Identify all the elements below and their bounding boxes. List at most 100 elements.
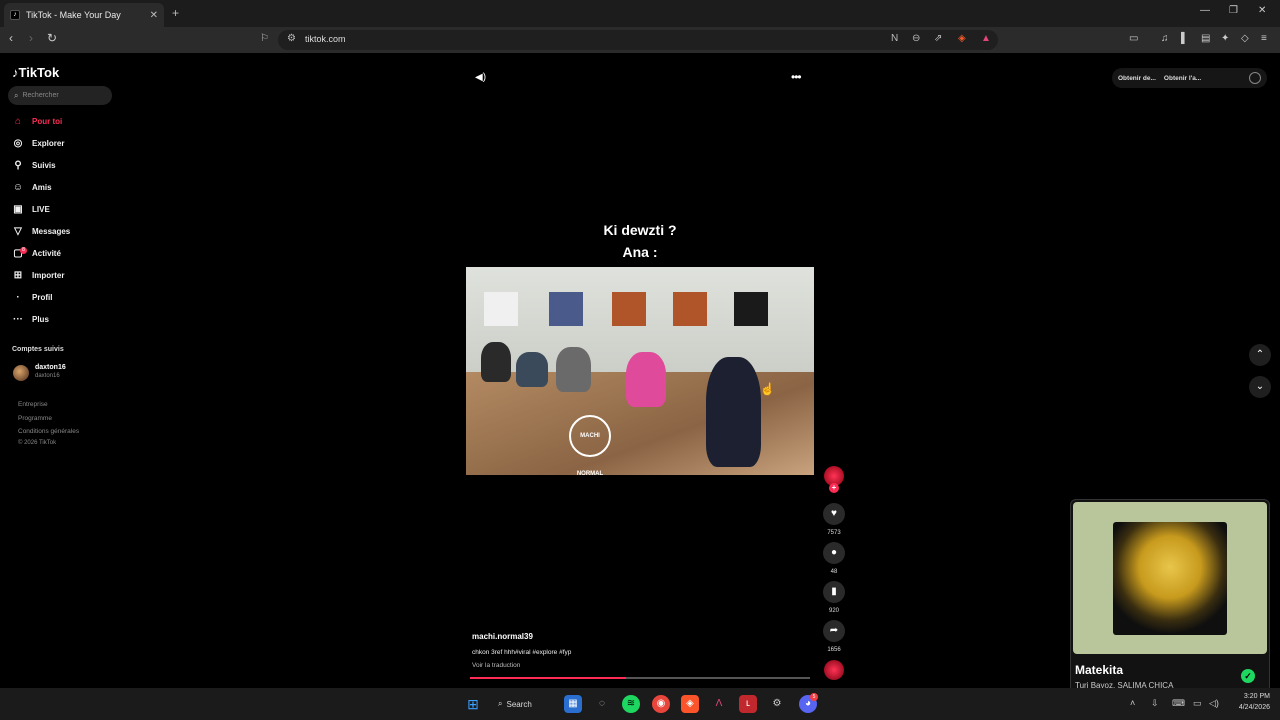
brave-shield-icon[interactable]: ◈ — [958, 33, 966, 44]
next-video-button[interactable]: ⌄ — [1249, 376, 1271, 398]
student-figure — [516, 352, 548, 387]
volume-icon[interactable]: ◀) — [475, 72, 486, 83]
tab-close-icon[interactable]: ✕ — [150, 10, 158, 21]
sidebar-item-live[interactable]: ▣ LIVE — [12, 201, 50, 217]
reader-icon[interactable]: Ν — [891, 33, 898, 44]
tray-app-icon[interactable]: ⇩ — [1151, 698, 1159, 709]
windows-start-icon[interactable]: ⊞ — [464, 695, 482, 713]
video-description: chkon 3ref hhh#viral #explore #fyp — [472, 649, 572, 656]
video-player[interactable]: MACHI NORMAL — [466, 267, 814, 475]
wallet-icon[interactable]: ▤ — [1201, 33, 1210, 44]
url-text[interactable]: tiktok.com — [305, 34, 346, 44]
footer-link-programme[interactable]: Programme — [18, 415, 52, 422]
followed-account-name[interactable]: daxton16 — [35, 364, 66, 371]
footer-link-entreprise[interactable]: Entreprise — [18, 401, 48, 408]
gallery-icon[interactable]: ▦ — [564, 695, 582, 713]
tab-title: TikTok - Make Your Day — [26, 10, 121, 20]
more-icon: ··· — [13, 313, 23, 325]
sidebar-item-label: Suivis — [32, 160, 56, 170]
forward-icon[interactable]: › — [29, 31, 33, 45]
share-icon[interactable]: ⇗ — [934, 33, 942, 44]
search-input[interactable]: ⌕ Rechercher — [8, 86, 112, 105]
clock-date[interactable]: 4/24/2026 — [1220, 704, 1270, 711]
sidebar-item-messages[interactable]: ▽ Messages — [12, 223, 70, 239]
translate-link[interactable]: Voir la traduction — [472, 662, 520, 669]
chrome-icon[interactable]: ◉ — [652, 695, 670, 713]
album-poster — [673, 292, 707, 326]
profile-menu-icon[interactable] — [1249, 72, 1261, 84]
student-figure — [556, 347, 591, 392]
previous-video-button[interactable]: ⌃ — [1249, 344, 1271, 366]
sidebar-item-importer[interactable]: ⊞ Importer — [12, 267, 65, 283]
taskbar — [0, 688, 1280, 720]
followed-account-handle[interactable]: daxton16 — [35, 373, 60, 379]
address-bar[interactable] — [278, 30, 998, 50]
follow-plus-icon[interactable]: + — [829, 483, 839, 493]
get-coins-button[interactable]: Obtenir de... — [1118, 75, 1156, 82]
taskbar-search-label: Search — [506, 699, 532, 709]
clock-time[interactable]: 3:20 PM — [1220, 693, 1270, 700]
home-icon: ⌂ — [14, 115, 22, 127]
minimize-button[interactable]: — — [1200, 5, 1210, 16]
new-tab-button[interactable]: + — [172, 6, 179, 20]
spotify-icon[interactable]: ≋ — [622, 695, 640, 713]
back-icon[interactable]: ‹ — [9, 31, 13, 45]
student-figure — [481, 342, 511, 382]
zoom-icon[interactable]: ⊖ — [912, 33, 920, 44]
affinity-icon[interactable]: Λ — [710, 695, 728, 713]
sidebar-item-label: Messages — [32, 226, 71, 236]
spotify-check-icon[interactable]: ✓ — [1241, 669, 1255, 683]
sidebar-item-pour-toi[interactable]: ⌂ Pour toi — [12, 113, 62, 129]
get-app-bar: Obtenir de... Obtenir l'a... — [1112, 68, 1267, 88]
video-caption-line-1: Ki dewzti ? — [603, 222, 677, 238]
comment-button[interactable]: ● — [823, 542, 845, 564]
menu-icon[interactable]: ≡ — [1261, 33, 1267, 44]
app-icon[interactable]: ◌ — [593, 695, 611, 713]
like-button[interactable]: ♥ — [823, 503, 845, 525]
music-disc-icon[interactable] — [824, 660, 844, 680]
display-icon[interactable]: ▭ — [1193, 698, 1202, 709]
site-info-icon[interactable]: ⚙ — [287, 33, 296, 44]
steam-icon[interactable]: ⚙ — [768, 695, 786, 713]
sidebar-item-label: Activité — [32, 248, 61, 258]
sidebar-item-suivis[interactable]: ⚲ Suivis — [12, 157, 56, 173]
browser-tab[interactable]: ♪ TikTok - Make Your Day ✕ — [4, 3, 164, 27]
restore-button[interactable]: ❐ — [1229, 5, 1238, 16]
keyboard-icon[interactable]: ⌨ — [1172, 698, 1185, 709]
music-icon[interactable]: ♫ — [1161, 33, 1169, 44]
close-window-button[interactable]: ✕ — [1258, 5, 1266, 16]
activity-badge: 8 — [20, 247, 27, 254]
comment-icon: ● — [830, 547, 838, 558]
footer-link-conditions[interactable]: Conditions générales — [18, 428, 79, 435]
video-author[interactable]: machi.normal39 — [472, 632, 533, 641]
leo-ai-icon[interactable]: ✦ — [1221, 33, 1229, 44]
brave-rewards-icon[interactable]: ▲ — [981, 33, 991, 44]
sidebar-item-activite[interactable]: ▢ Activité — [12, 245, 61, 261]
share-count: 1656 — [827, 647, 841, 653]
comment-count: 48 — [830, 569, 838, 575]
sidebar-item-label: Profil — [32, 292, 53, 302]
taskbar-search[interactable]: ⌕ Search — [498, 694, 550, 714]
get-app-button[interactable]: Obtenir l'a... — [1164, 75, 1201, 82]
avatar[interactable] — [13, 365, 29, 381]
like-count: 7573 — [827, 530, 841, 536]
share-arrow-icon: ➦ — [829, 625, 839, 636]
app-red-icon[interactable]: ʟ — [739, 695, 757, 713]
save-button[interactable]: ▮ — [823, 581, 845, 603]
more-options-icon[interactable]: ••• — [791, 70, 802, 84]
tiktok-logo[interactable]: ♪TikTok — [12, 65, 59, 80]
brave-icon[interactable]: ◈ — [681, 695, 699, 713]
sidebar-item-explorer[interactable]: ◎ Explorer — [12, 135, 65, 151]
sidebar-item-plus[interactable]: ··· Plus — [12, 311, 49, 327]
reload-icon[interactable]: ↻ — [47, 31, 57, 45]
sidebar-item-profil[interactable]: · Profil — [12, 289, 52, 305]
browser-title-bar — [0, 0, 1280, 27]
bookmark-icon[interactable]: ⚐ — [260, 33, 269, 44]
sidebar-icon[interactable]: ▌ — [1181, 33, 1188, 44]
volume-tray-icon[interactable]: ◁) — [1209, 698, 1219, 709]
tab-search-icon[interactable]: ▭ — [1129, 33, 1138, 44]
tray-overflow-icon[interactable]: ˄ — [1130, 698, 1135, 708]
sidebar-item-amis[interactable]: ☺ Amis — [12, 179, 52, 195]
vpn-icon[interactable]: ◇ — [1241, 33, 1249, 44]
share-button[interactable]: ➦ — [823, 620, 845, 642]
